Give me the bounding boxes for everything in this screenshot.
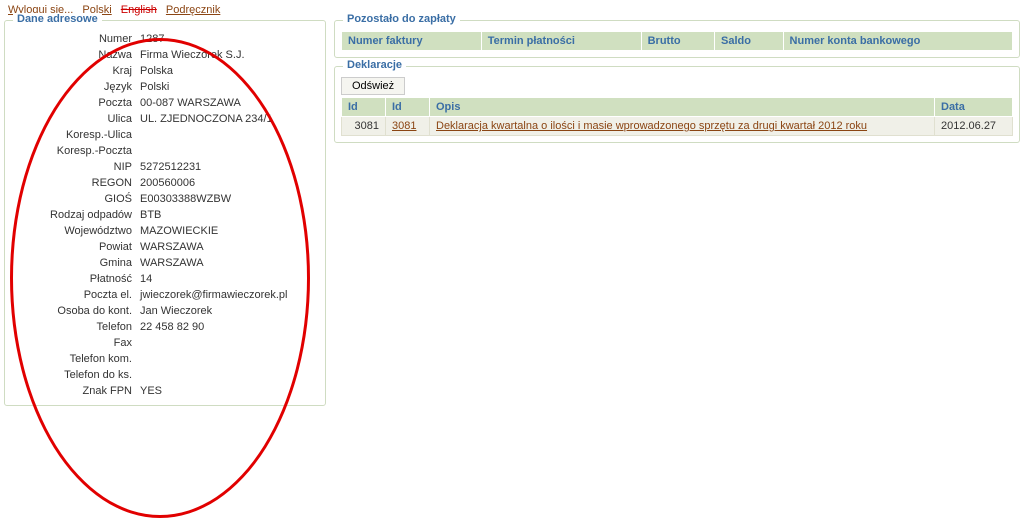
address-row: Fax (11, 335, 319, 351)
declarations-panel-title: Deklaracje (343, 59, 406, 71)
address-value: 200560006 (136, 175, 319, 191)
address-value (136, 127, 319, 143)
address-row: Telefon kom. (11, 351, 319, 367)
address-value: MAZOWIECKIE (136, 223, 319, 239)
address-label: Rodzaj odpadów (11, 207, 136, 223)
address-value: 5272512231 (136, 159, 319, 175)
address-value (136, 335, 319, 351)
address-row: JęzykPolski (11, 79, 319, 95)
address-row: Koresp.-Ulica (11, 127, 319, 143)
address-row: NazwaFirma Wieczorek S.J. (11, 47, 319, 63)
address-row: Numer1287 (11, 31, 319, 47)
address-value: BTB (136, 207, 319, 223)
address-row: PowiatWARSZAWA (11, 239, 319, 255)
address-value: jwieczorek@firmawieczorek.pl (136, 287, 319, 303)
address-value: Polski (136, 79, 319, 95)
address-label: Gmina (11, 255, 136, 271)
manual-link[interactable]: Podręcznik (166, 4, 220, 16)
address-panel: Dane adresowe Numer1287NazwaFirma Wieczo… (4, 20, 326, 406)
address-value: 14 (136, 271, 319, 287)
payments-header: Termin płatności (481, 32, 641, 51)
address-panel-title: Dane adresowe (13, 13, 102, 25)
address-row: UlicaUL. ZJEDNOCZONA 234/1 (11, 111, 319, 127)
address-row: WojewództwoMAZOWIECKIE (11, 223, 319, 239)
address-label: Numer (11, 31, 136, 47)
address-value: WARSZAWA (136, 255, 319, 271)
decl-header-desc: Opis (430, 98, 935, 117)
address-row: Poczta el.jwieczorek@firmawieczorek.pl (11, 287, 319, 303)
address-label: Kraj (11, 63, 136, 79)
address-table: Numer1287NazwaFirma Wieczorek S.J.KrajPo… (11, 31, 319, 399)
payments-header: Saldo (715, 32, 784, 51)
declarations-toolbar: Odśwież (341, 77, 1013, 95)
decl-id2-cell: 3081 (386, 117, 430, 136)
address-row: Płatność14 (11, 271, 319, 287)
lang-english-link[interactable]: English (121, 4, 157, 16)
address-row: Telefon do ks. (11, 367, 319, 383)
address-value: 00-087 WARSZAWA (136, 95, 319, 111)
address-label: GIOŚ (11, 191, 136, 207)
address-value: 1287 (136, 31, 319, 47)
address-row: REGON200560006 (11, 175, 319, 191)
payments-panel-title: Pozostało do zapłaty (343, 13, 460, 25)
payments-header: Brutto (641, 32, 714, 51)
address-value: Polska (136, 63, 319, 79)
table-row: 3081 3081 Deklaracja kwartalna o ilości i … (342, 117, 1013, 136)
decl-header-date: Data (935, 98, 1013, 117)
address-row: Koresp.-Poczta (11, 143, 319, 159)
address-label: Osoba do kont. (11, 303, 136, 319)
address-row: Osoba do kont.Jan Wieczorek (11, 303, 319, 319)
address-label: Język (11, 79, 136, 95)
address-label: Znak FPN (11, 383, 136, 399)
address-label: Poczta (11, 95, 136, 111)
decl-desc-link[interactable]: Deklaracja kwartalna o ilości i masie wp… (436, 120, 867, 132)
payments-header: Numer faktury (342, 32, 482, 51)
address-row: KrajPolska (11, 63, 319, 79)
payments-panel: Pozostało do zapłaty Numer fakturyTermin… (334, 20, 1020, 58)
address-label: NIP (11, 159, 136, 175)
decl-header-id2: Id (386, 98, 430, 117)
address-label: REGON (11, 175, 136, 191)
address-value: YES (136, 383, 319, 399)
address-value: UL. ZJEDNOCZONA 234/1 (136, 111, 319, 127)
address-row: NIP5272512231 (11, 159, 319, 175)
address-label: Ulica (11, 111, 136, 127)
address-label: Telefon (11, 319, 136, 335)
declarations-panel: Deklaracje Odśwież Id Id Opis Data 30813… (334, 66, 1020, 143)
address-label: Województwo (11, 223, 136, 239)
address-value (136, 367, 319, 383)
address-value (136, 351, 319, 367)
address-value: Firma Wieczorek S.J. (136, 47, 319, 63)
address-row: Poczta00-087 WARSZAWA (11, 95, 319, 111)
decl-header-id1: Id (342, 98, 386, 117)
address-value: WARSZAWA (136, 239, 319, 255)
address-value: Jan Wieczorek (136, 303, 319, 319)
decl-id-link[interactable]: 3081 (392, 120, 416, 132)
decl-id1: 3081 (342, 117, 386, 136)
address-row: Telefon22 458 82 90 (11, 319, 319, 335)
address-label: Powiat (11, 239, 136, 255)
address-row: Rodzaj odpadówBTB (11, 207, 319, 223)
address-row: GIOŚE00303388WZBW (11, 191, 319, 207)
address-label: Telefon do ks. (11, 367, 136, 383)
payments-header: Numer konta bankowego (783, 32, 1012, 51)
address-value: E00303388WZBW (136, 191, 319, 207)
address-label: Koresp.-Poczta (11, 143, 136, 159)
declarations-table: Id Id Opis Data 3081 3081 Deklaracja kwart… (341, 97, 1013, 136)
refresh-button[interactable]: Odśwież (341, 77, 405, 95)
address-label: Nazwa (11, 47, 136, 63)
decl-desc-cell: Deklaracja kwartalna o ilości i masie wp… (430, 117, 935, 136)
address-label: Poczta el. (11, 287, 136, 303)
top-bar: Wyloguj się... Polski English Podręcznik (0, 0, 1024, 20)
address-label: Koresp.-Ulica (11, 127, 136, 143)
address-value: 22 458 82 90 (136, 319, 319, 335)
decl-date: 2012.06.27 (935, 117, 1013, 136)
payments-table: Numer fakturyTermin płatnościBruttoSaldo… (341, 31, 1013, 51)
address-row: GminaWARSZAWA (11, 255, 319, 271)
address-row: Znak FPNYES (11, 383, 319, 399)
address-value (136, 143, 319, 159)
address-label: Płatność (11, 271, 136, 287)
address-label: Telefon kom. (11, 351, 136, 367)
address-label: Fax (11, 335, 136, 351)
